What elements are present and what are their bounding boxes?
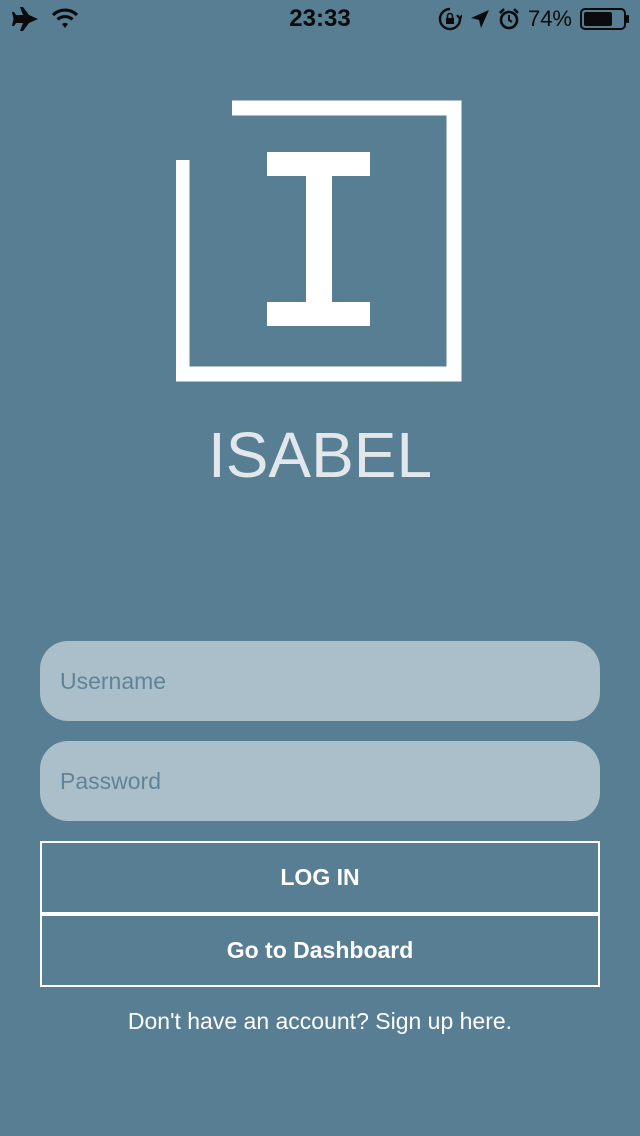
status-bar-right: 74%: [438, 6, 630, 32]
rotation-lock-icon: [438, 7, 462, 31]
battery-icon: [580, 8, 630, 30]
go-to-dashboard-button[interactable]: Go to Dashboard: [40, 914, 600, 987]
login-button-label: LOG IN: [280, 864, 360, 890]
signup-link[interactable]: Don't have an account? Sign up here.: [0, 1008, 640, 1035]
username-input[interactable]: [40, 641, 600, 721]
login-button[interactable]: LOG IN: [40, 841, 600, 914]
dashboard-button-label: Go to Dashboard: [226, 937, 414, 963]
status-bar: 23:33 74%: [0, 0, 640, 40]
app-name: ISABEL: [207, 419, 433, 491]
password-input[interactable]: [40, 741, 600, 821]
alarm-icon: [498, 8, 520, 30]
location-arrow-icon: [470, 9, 490, 29]
isabel-logo-icon: [176, 98, 466, 384]
battery-percent: 74%: [527, 6, 572, 31]
